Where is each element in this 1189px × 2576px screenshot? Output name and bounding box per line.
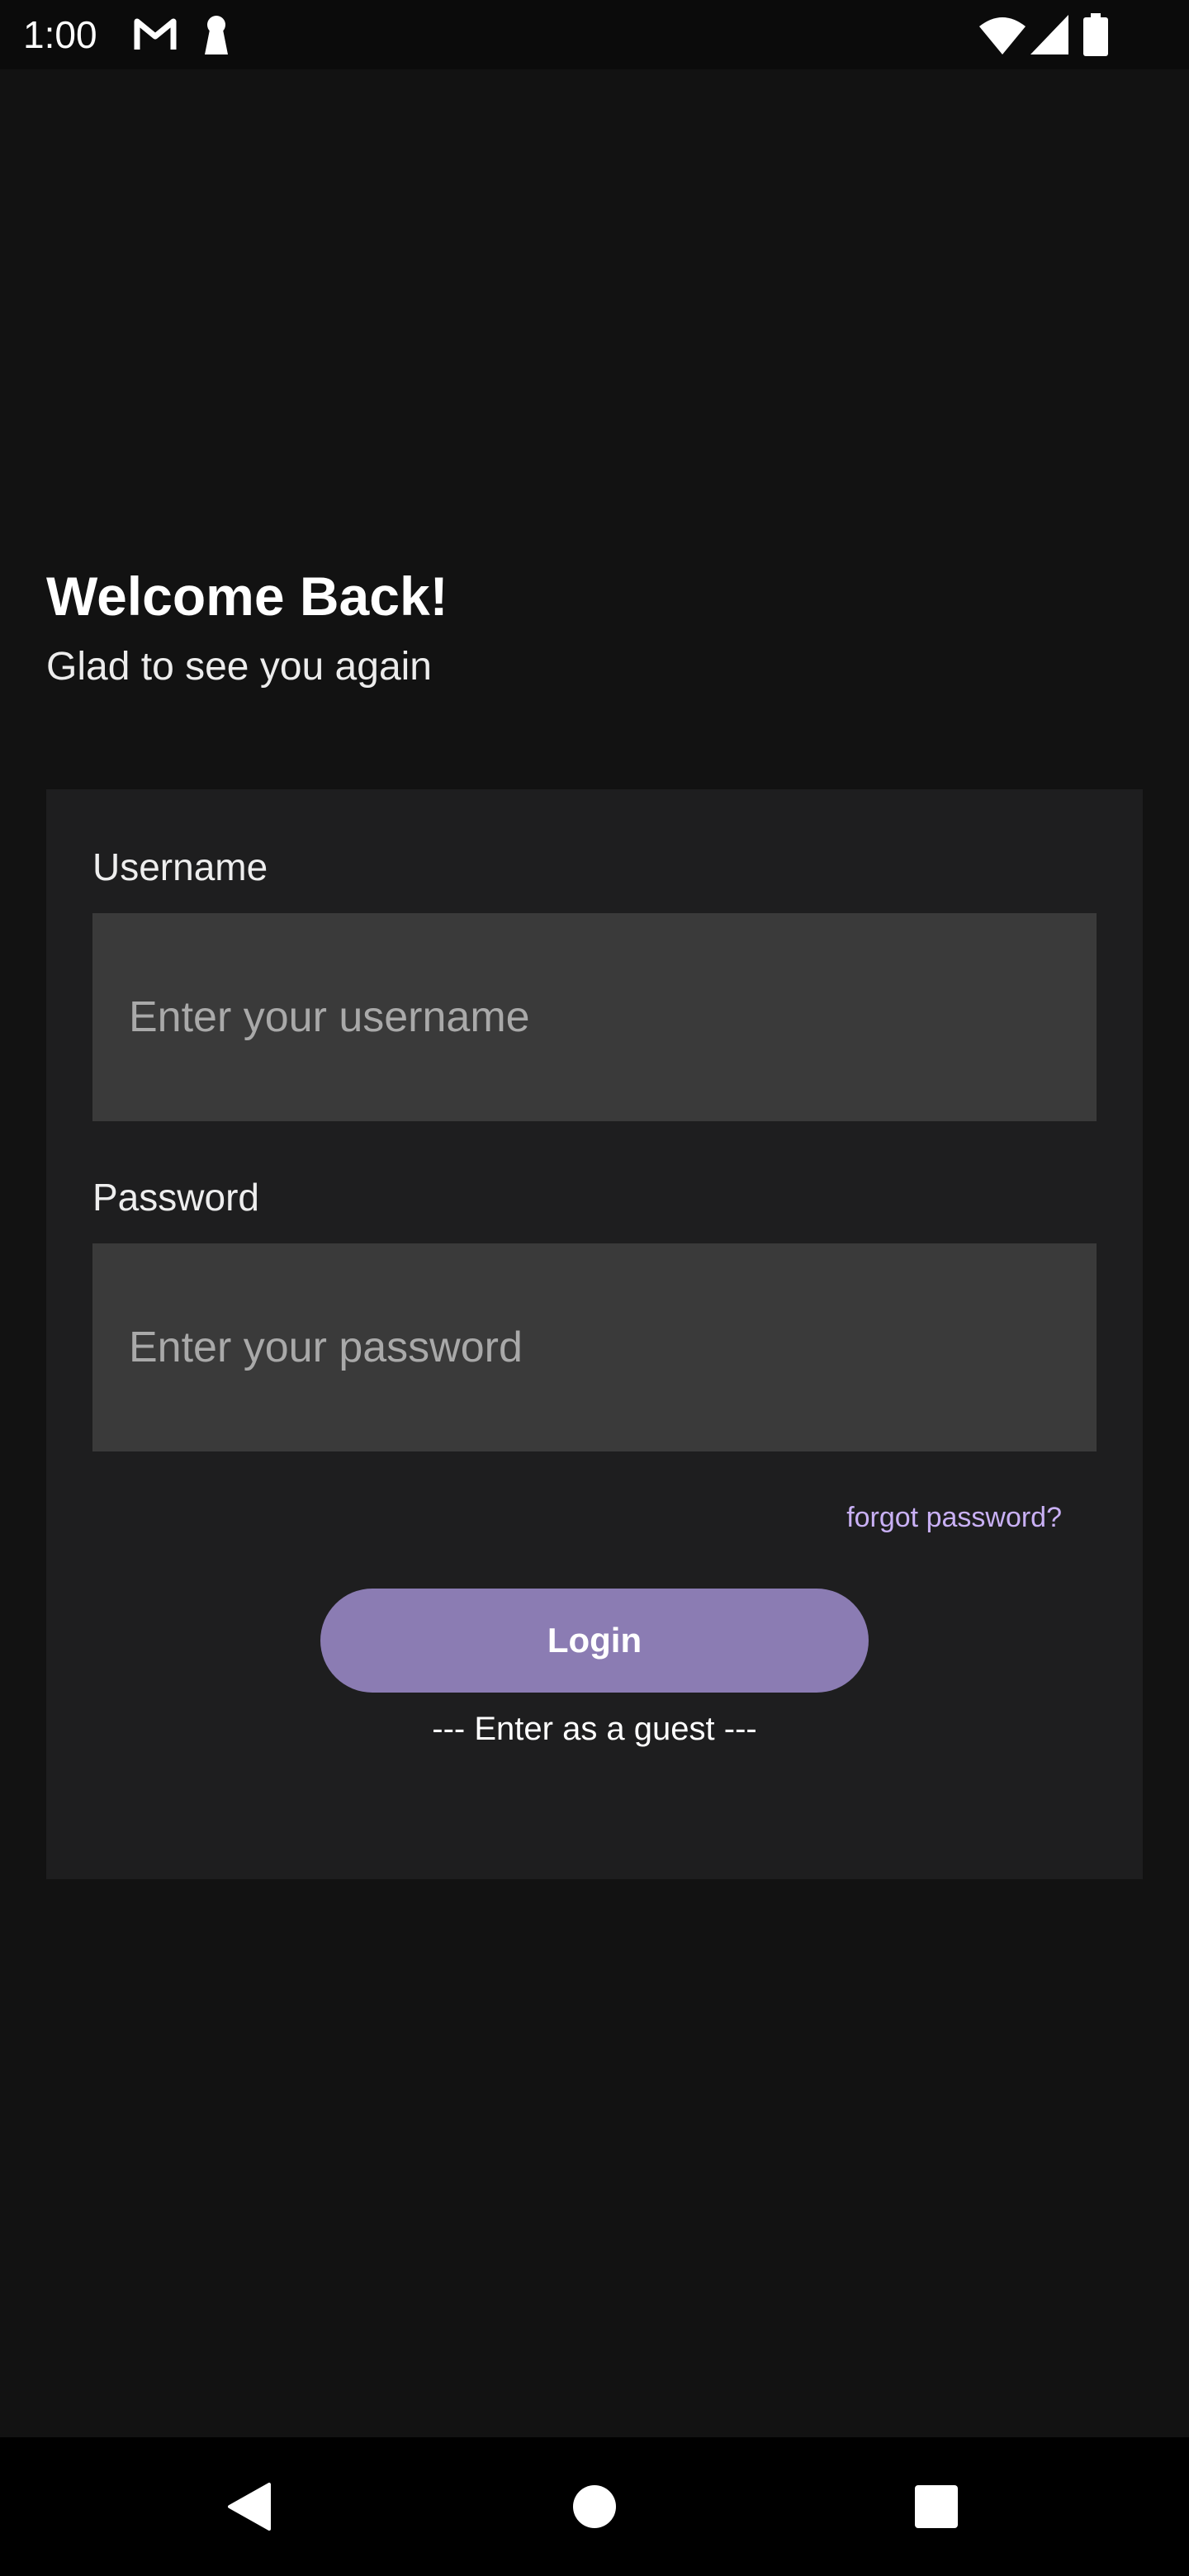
recents-button[interactable] [870, 2437, 1002, 2576]
username-input[interactable] [92, 913, 1097, 1121]
page-title: Welcome Back! [46, 566, 448, 627]
wifi-icon [979, 17, 1026, 54]
home-icon [573, 2485, 616, 2528]
password-label: Password [92, 1176, 259, 1219]
password-input[interactable] [92, 1243, 1097, 1451]
navigation-bar [0, 2437, 1189, 2576]
recents-icon [915, 2485, 958, 2528]
cellular-signal-icon [1030, 15, 1068, 54]
login-button[interactable]: Login [320, 1589, 869, 1693]
gmail-icon [134, 18, 177, 50]
keyhole-icon [205, 16, 228, 54]
status-time: 1:00 [23, 13, 97, 56]
page-subtitle: Glad to see you again [46, 645, 432, 689]
login-card: Username Password forgot password? Login… [46, 789, 1143, 1879]
forgot-password-link[interactable]: forgot password? [846, 1499, 1062, 1536]
battery-icon [1083, 13, 1108, 56]
guest-login-link[interactable]: --- Enter as a guest --- [46, 1707, 1143, 1750]
username-label: Username [92, 845, 268, 888]
back-button[interactable] [183, 2437, 315, 2576]
back-icon [228, 2483, 271, 2531]
home-button[interactable] [528, 2437, 661, 2576]
status-bar: 1:00 [0, 0, 1189, 69]
